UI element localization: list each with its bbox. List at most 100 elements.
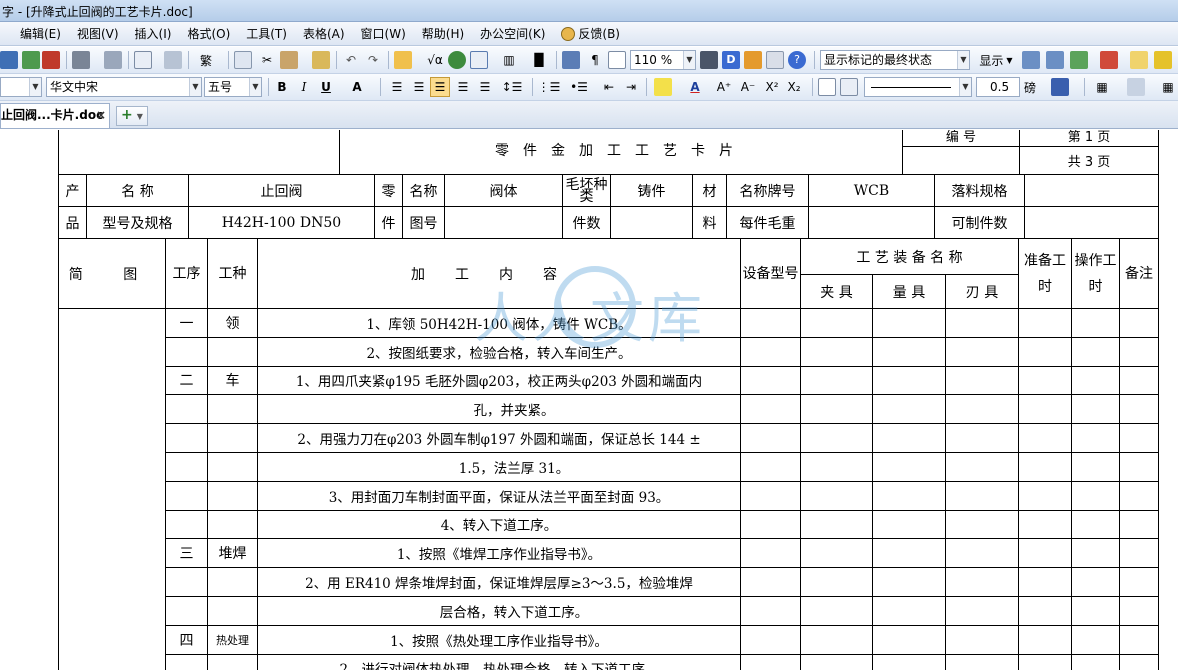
menu-window[interactable]: 窗口(W) [353,23,414,45]
menu-insert[interactable]: 插入(I) [127,23,180,45]
shirt-icon[interactable] [766,50,784,70]
markup-state-combo[interactable]: 显示标记的最终状态 ▼ [820,50,970,70]
op-content-cell: 1、按照《堆焊工序作业指导书》。 [257,538,741,569]
font-size-combo[interactable]: 五号 ▼ [204,77,262,97]
menu-table[interactable]: 表格(A) [295,23,353,45]
line-spacing-icon[interactable]: ↕☰ [500,77,524,97]
line-style-combo[interactable]: ▼ [864,77,972,97]
cut-icon[interactable]: ✂ [258,50,276,70]
justify-icon[interactable]: ☰ [454,77,472,97]
menu-edit[interactable]: 编辑(E) [0,23,69,45]
frame-icon[interactable] [840,77,858,97]
table-icon[interactable] [394,50,412,70]
print-icon[interactable] [72,50,90,70]
increase-indent-icon[interactable]: ⇥ [622,77,640,97]
menu-office-space[interactable]: 办公空间(K) [472,23,553,45]
op-no-cell [165,653,208,670]
document-page[interactable]: 零件金加工工艺卡片 编 号 第 1 页 共 3 页 产 名 称 止回阀 零 名称… [0,130,1178,670]
document-map-icon[interactable] [562,50,580,70]
highlight-color-icon[interactable] [652,77,674,97]
new-tab-button[interactable]: + ▼ [116,106,148,126]
equipment-cell [740,365,801,396]
show-dropdown[interactable]: 显示 ▼ [974,50,1018,70]
paste-icon[interactable] [280,50,298,70]
align-center-icon[interactable]: ☰ [410,77,428,97]
document-tab[interactable]: 止回阀...卡片.doc × [0,103,110,128]
menu-tools[interactable]: 工具(T) [238,23,295,45]
op-content-cell: 4、转入下道工序。 [257,509,741,540]
chevron-down-icon: ▼ [959,78,971,96]
insert-table-icon[interactable] [470,50,488,70]
font-effect-icon[interactable]: A [346,77,368,97]
close-icon[interactable]: × [96,104,106,127]
cutter-cell [944,394,1020,425]
number-value [902,146,1020,175]
font-color-icon[interactable]: A [684,77,706,97]
superscript-icon[interactable]: X² [762,77,782,97]
pdf-icon[interactable] [42,50,60,70]
globe-icon[interactable] [448,50,466,70]
send-icon[interactable] [22,50,40,70]
chart-icon[interactable]: ▐▌ [530,50,548,70]
font-name-combo[interactable]: 华文中宋 ▼ [46,77,202,97]
help-icon[interactable]: ? [788,50,806,70]
borders-icon[interactable]: ▦ [1090,77,1114,97]
prep-time-cell [1018,394,1073,425]
grow-font-icon[interactable]: A⁺ [714,77,734,97]
shrink-font-icon[interactable]: A⁻ [738,77,758,97]
product-model-value: H42H-100 DN50 [188,206,375,239]
shading-icon[interactable] [1124,77,1148,97]
menu-help[interactable]: 帮助(H) [414,23,472,45]
reject-change-icon[interactable] [1100,50,1118,70]
print-preview-icon[interactable] [104,50,122,70]
process-table: 简 图 工序 工种 加工内容 设备型号 工 艺 装 备 名 称 准备工时 操作工… [58,238,1160,670]
page-icon[interactable] [608,50,626,70]
align-right-icon[interactable]: ☰ [430,77,450,97]
menu-feedback[interactable]: 反馈(B) [553,23,628,45]
bold-button[interactable]: B [274,77,290,97]
distribute-icon[interactable]: ☰ [476,77,494,97]
zoom-combo[interactable]: 110 % ▼ [630,50,696,70]
paragraph-mark-icon[interactable]: ¶ [586,50,604,70]
underline-button[interactable]: U [318,77,334,97]
comment-icon[interactable] [1130,50,1148,70]
remark-cell [1119,538,1160,569]
style-combo[interactable]: ▼ [0,77,42,97]
remark-cell [1119,451,1160,482]
prev-change-icon[interactable] [1022,50,1040,70]
product-name-label: 名 称 [86,174,189,207]
numbering-icon[interactable]: ⋮☰ [538,77,561,97]
brush-icon[interactable] [312,50,330,70]
subscript-icon[interactable]: X₂ [784,77,804,97]
d-icon[interactable]: D [722,50,740,70]
card-header-table: 零件金加工工艺卡片 编 号 第 1 页 共 3 页 [58,130,1159,175]
format-painter-icon[interactable] [164,50,182,70]
new-doc-icon[interactable] [134,50,152,70]
decrease-indent-icon[interactable]: ⇤ [600,77,618,97]
italic-button[interactable]: I [296,77,312,97]
pen-color-icon[interactable] [1048,77,1072,97]
redo-icon[interactable]: ↷ [364,50,382,70]
line-width-combo[interactable]: 0.5 [976,77,1020,97]
next-change-icon[interactable] [1046,50,1064,70]
remark-cell [1119,365,1160,396]
bullets-icon[interactable]: •☰ [568,77,590,97]
flag-icon[interactable] [744,50,762,70]
op-time-cell [1071,365,1121,396]
standard-toolbar: 繁 ✂ ↶ ↷ √α ▥ ▐▌ ¶ 110 % ▼ D ? 显示标记的最终状态 … [0,47,1178,74]
accept-change-icon[interactable] [1070,50,1088,70]
menu-view[interactable]: 视图(V) [69,23,127,45]
traditional-chinese-icon[interactable]: 繁 [194,50,218,70]
save-icon[interactable] [0,50,18,70]
text-box-icon[interactable] [818,77,836,97]
copy-icon[interactable] [234,50,252,70]
highlighter-icon[interactable] [1154,50,1172,70]
undo-icon[interactable]: ↶ [342,50,360,70]
columns-icon[interactable]: ▥ [500,50,518,70]
formula-icon[interactable]: √α [424,50,446,70]
align-left-icon[interactable]: ☰ [388,77,406,97]
drawing-no-label: 图号 [402,206,445,239]
menu-format[interactable]: 格式(O) [179,23,238,45]
table-eraser-icon[interactable]: ▦ [1160,77,1176,97]
binoculars-icon[interactable] [700,50,718,70]
